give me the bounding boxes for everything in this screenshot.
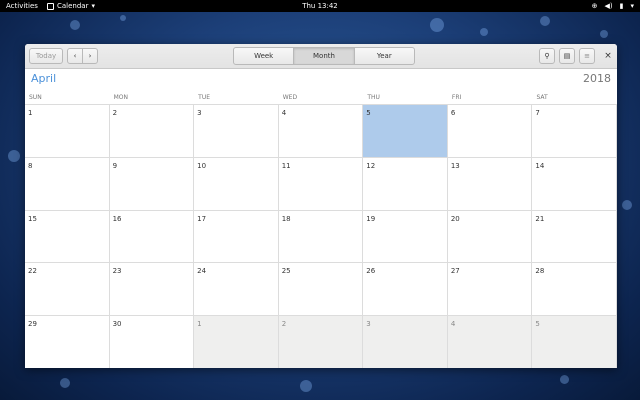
day-cell[interactable]: 11 — [278, 157, 364, 211]
previous-button[interactable]: ‹ — [67, 48, 83, 64]
menu-button[interactable]: ≡ — [579, 48, 595, 64]
battery-icon: ▮ — [619, 2, 624, 10]
day-cell[interactable]: 17 — [194, 210, 279, 264]
calendar-list-icon: ▤ — [563, 52, 571, 60]
status-area[interactable]: ⊕ ◀) ▮ ▾ — [592, 0, 634, 12]
day-cell[interactable]: 10 — [194, 157, 279, 211]
weekday-label: THU — [367, 94, 380, 101]
day-cell[interactable]: 13 — [447, 157, 533, 211]
day-cell[interactable]: 4 — [447, 316, 533, 368]
day-cell[interactable]: 20 — [447, 210, 533, 264]
day-cell[interactable]: 2 — [278, 316, 364, 368]
weekday-header: SUN MON TUE WED THU FRI SAT — [25, 92, 617, 104]
clock[interactable]: Thu 13:42 — [0, 0, 640, 12]
chevron-left-icon: ‹ — [73, 52, 77, 60]
day-cell[interactable]: 3 — [194, 105, 279, 158]
today-button[interactable]: Today — [29, 48, 63, 64]
day-cell[interactable]: 28 — [532, 263, 617, 317]
weekday-label: TUE — [198, 94, 211, 101]
day-cell[interactable]: 14 — [532, 157, 617, 211]
day-cell[interactable]: 12 — [363, 157, 448, 211]
day-cell[interactable]: 18 — [278, 210, 364, 264]
weekday-label: SAT — [536, 94, 548, 101]
header-bar: Today ‹ › Week Month Year ⚲ ▤ ≡ × — [25, 44, 617, 69]
day-cell[interactable]: 4 — [278, 105, 364, 158]
day-cell[interactable]: 30 — [109, 316, 195, 368]
tab-week[interactable]: Week — [233, 47, 295, 65]
close-button[interactable]: × — [601, 48, 615, 64]
close-icon: × — [604, 51, 612, 61]
day-cell[interactable]: 9 — [109, 157, 195, 211]
accessibility-icon: ⊕ — [591, 2, 598, 10]
month-grid: 1 2 3 4 5 6 7 8 9 10 11 12 13 14 15 16 17 18 19 20 21 22 23 24 2… — [25, 104, 617, 368]
day-cell[interactable]: 29 — [25, 316, 110, 368]
day-cell[interactable]: 19 — [363, 210, 448, 264]
menu-icon: ≡ — [584, 52, 590, 60]
day-cell[interactable]: 1 — [25, 105, 110, 158]
day-cell[interactable]: 15 — [25, 210, 110, 264]
year-title: 2018 — [583, 72, 611, 85]
day-cell[interactable]: 23 — [109, 263, 195, 317]
day-cell[interactable]: 25 — [278, 263, 364, 317]
day-cell[interactable]: 5 — [532, 316, 617, 368]
weekday-label: FRI — [451, 94, 462, 101]
day-cell[interactable]: 3 — [363, 316, 448, 368]
day-cell[interactable]: 16 — [109, 210, 195, 264]
calendars-button[interactable]: ▤ — [559, 48, 575, 64]
day-cell[interactable]: 2 — [109, 105, 195, 158]
top-bar: Activities Calendar ▾ Thu 13:42 ⊕ ◀) ▮ ▾ — [0, 0, 640, 12]
day-cell[interactable]: 1 — [194, 316, 279, 368]
calendar-window: Today ‹ › Week Month Year ⚲ ▤ ≡ × April … — [25, 44, 617, 368]
tab-month[interactable]: Month — [293, 47, 355, 65]
chevron-right-icon: › — [88, 52, 92, 60]
weekday-label: WED — [282, 94, 298, 101]
search-button[interactable]: ⚲ — [539, 48, 555, 64]
day-cell[interactable]: 7 — [532, 105, 617, 158]
day-cell[interactable]: 5 — [363, 105, 448, 158]
tab-year[interactable]: Year — [353, 47, 415, 65]
day-cell[interactable]: 24 — [194, 263, 279, 317]
day-cell[interactable]: 27 — [447, 263, 533, 317]
month-title: April — [31, 72, 57, 85]
volume-icon: ◀) — [604, 2, 613, 10]
next-button[interactable]: › — [82, 48, 98, 64]
day-cell[interactable]: 6 — [447, 105, 533, 158]
day-cell[interactable]: 22 — [25, 263, 110, 317]
day-cell[interactable]: 8 — [25, 157, 110, 211]
view-switcher: Week Month Year — [233, 47, 415, 65]
day-cell[interactable]: 26 — [363, 263, 448, 317]
search-icon: ⚲ — [544, 52, 550, 60]
chevron-down-icon: ▾ — [630, 2, 634, 10]
weekday-label: SUN — [29, 94, 42, 101]
weekday-label: MON — [113, 94, 128, 101]
day-cell[interactable]: 21 — [532, 210, 617, 264]
